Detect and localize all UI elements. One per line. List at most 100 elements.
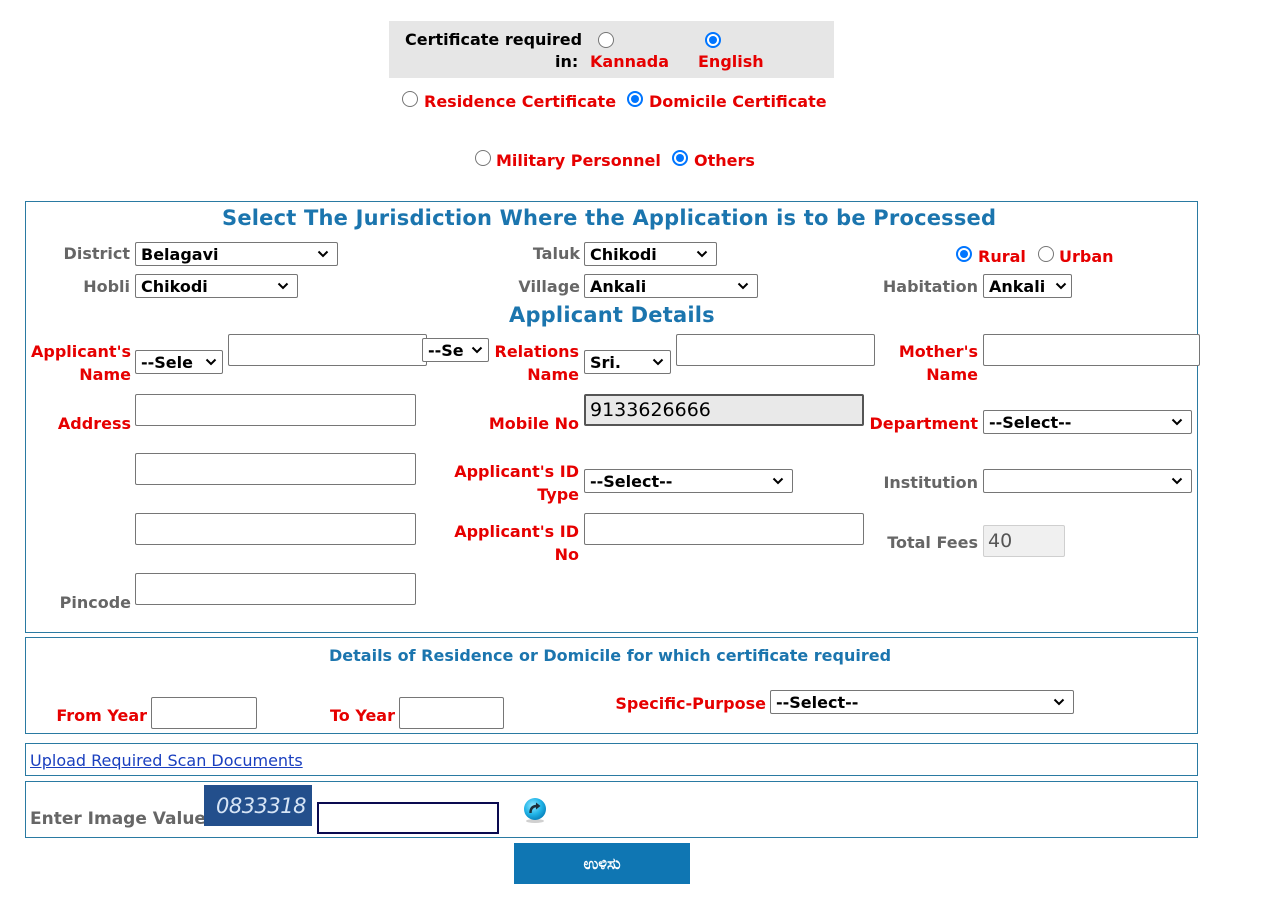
address-label: Address (57, 414, 131, 433)
urban-label: Urban (1059, 247, 1114, 266)
applicant-name-suffix-value: --Se (428, 340, 464, 360)
village-value: Ankali (590, 276, 647, 296)
village-select[interactable]: Ankali (584, 274, 758, 298)
language-label: Certificate required (405, 30, 583, 49)
id-type-label: Applicant's ID Type (430, 460, 579, 506)
chevron-down-icon (1053, 695, 1065, 709)
radio-english-label: English (698, 52, 764, 71)
specific-purpose-label: Specific-Purpose (615, 694, 766, 713)
pincode-input[interactable] (135, 573, 416, 605)
applicant-name-input[interactable] (228, 334, 427, 366)
applicant-salutation-select[interactable]: --Sele (135, 350, 223, 374)
chevron-down-icon (1171, 415, 1183, 429)
id-no-input[interactable] (584, 513, 864, 545)
habitation-select[interactable]: Ankali (983, 274, 1072, 298)
department-value: --Select-- (989, 412, 1072, 432)
captcha-image-text: 0833318 (215, 793, 307, 818)
captcha-label: Enter Image Value (30, 809, 206, 829)
hobli-value: Chikodi (141, 276, 208, 296)
rural-label: Rural (978, 247, 1026, 266)
id-no-label-line2: No (554, 545, 579, 564)
total-fees-label: Total Fees (887, 533, 978, 552)
residence-details-title: Details of Residence or Domicile for whi… (329, 646, 892, 665)
to-year-label: To Year (329, 706, 395, 725)
radio-residence-certificate[interactable] (402, 91, 418, 107)
radio-military-personnel[interactable] (475, 150, 491, 166)
mothers-name-label-line1: Mother's (898, 342, 978, 361)
habitation-value: Ankali (989, 276, 1046, 296)
address-line2-input[interactable] (135, 453, 416, 485)
radio-kannada[interactable] (598, 32, 614, 48)
to-year-input[interactable] (399, 697, 504, 729)
id-type-select[interactable]: --Select-- (584, 469, 793, 493)
radio-others[interactable] (672, 150, 688, 166)
chevron-down-icon (1055, 279, 1067, 293)
captcha-input[interactable] (317, 802, 499, 834)
language-label-in: in: (555, 52, 579, 71)
taluk-select[interactable]: Chikodi (584, 242, 717, 266)
taluk-label: Taluk (532, 244, 580, 263)
id-type-label-line2: Type (537, 485, 579, 504)
mothers-name-input[interactable] (983, 334, 1200, 366)
applicant-name-suffix-select[interactable]: --Se (422, 338, 489, 362)
district-value: Belagavi (141, 244, 219, 264)
refresh-captcha-icon[interactable] (522, 797, 548, 823)
relations-name-label-line1: Relations (494, 342, 580, 361)
chevron-down-icon (205, 355, 217, 369)
id-type-label-line1: Applicant's ID (454, 462, 579, 481)
military-personnel-label: Military Personnel (496, 151, 661, 170)
mobile-no-label: Mobile No (488, 414, 579, 433)
specific-purpose-value: --Select-- (776, 692, 859, 712)
applicant-salutation-value: --Sele (141, 352, 193, 372)
chevron-down-icon (1171, 474, 1183, 488)
from-year-input[interactable] (151, 697, 257, 729)
relations-name-label: Relations Name (480, 340, 580, 386)
taluk-value: Chikodi (590, 244, 657, 264)
id-no-label-line1: Applicant's ID (454, 522, 579, 541)
domicile-certificate-label: Domicile Certificate (649, 92, 827, 111)
from-year-label: From Year (56, 706, 147, 725)
chevron-down-icon (317, 247, 329, 261)
district-label: District (63, 244, 130, 263)
department-select[interactable]: --Select-- (983, 410, 1192, 434)
mothers-name-label-line2: Name (926, 365, 978, 384)
relation-salutation-select[interactable]: Sri. (584, 350, 671, 374)
relations-name-input[interactable] (676, 334, 875, 366)
applicant-name-label-line2: Name (79, 365, 131, 384)
specific-purpose-select[interactable]: --Select-- (770, 690, 1074, 714)
address-line3-input[interactable] (135, 513, 416, 545)
radio-rural[interactable] (956, 246, 972, 262)
institution-select[interactable] (983, 469, 1192, 493)
district-select[interactable]: Belagavi (135, 242, 338, 266)
chevron-down-icon (277, 279, 289, 293)
relations-name-label-line2: Name (527, 365, 579, 384)
upload-documents-link[interactable]: Upload Required Scan Documents (30, 751, 303, 770)
institution-label: Institution (883, 473, 978, 492)
residence-certificate-label: Residence Certificate (424, 92, 617, 111)
applicant-name-label-line1: Applicant's (31, 342, 131, 361)
radio-english[interactable] (705, 32, 721, 48)
captcha-image: 0833318 (204, 785, 312, 826)
applicant-name-label: Applicant's Name (20, 340, 131, 386)
others-label: Others (694, 151, 755, 170)
habitation-label: Habitation (882, 277, 978, 296)
chevron-down-icon (652, 355, 664, 369)
save-button[interactable]: ಉಳಿಸು (514, 843, 690, 884)
relation-salutation-value: Sri. (590, 352, 621, 372)
radio-urban[interactable] (1038, 246, 1054, 262)
department-label: Department (869, 414, 978, 433)
total-fees-input (983, 525, 1065, 557)
radio-kannada-label: Kannada (590, 52, 670, 71)
village-label: Village (518, 277, 580, 296)
radio-domicile-certificate[interactable] (627, 91, 643, 107)
chevron-down-icon (737, 279, 749, 293)
address-line1-input[interactable] (135, 394, 416, 426)
pincode-label: Pincode (59, 593, 131, 612)
jurisdiction-title: Select The Jurisdiction Where the Applic… (222, 206, 997, 230)
id-type-value: --Select-- (590, 471, 673, 491)
chevron-down-icon (696, 247, 708, 261)
applicant-details-title: Applicant Details (509, 303, 715, 327)
hobli-label: Hobli (83, 277, 130, 296)
mobile-no-input (584, 394, 864, 426)
hobli-select[interactable]: Chikodi (135, 274, 298, 298)
